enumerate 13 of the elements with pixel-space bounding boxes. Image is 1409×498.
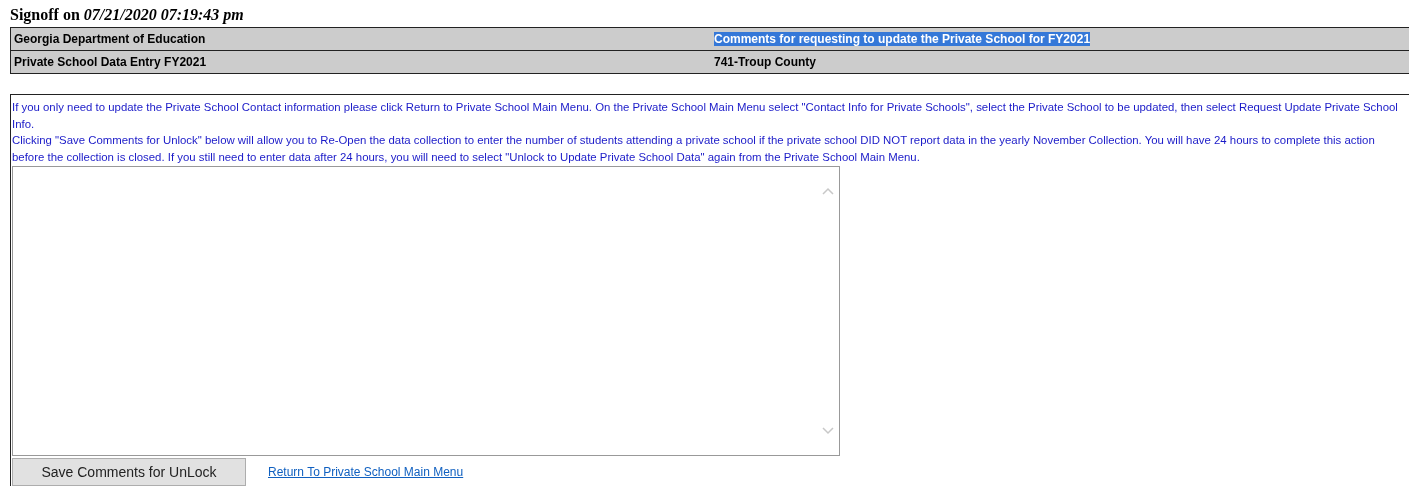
scroll-down-icon[interactable] [822,427,834,435]
return-link[interactable]: Return To Private School Main Menu [268,465,464,479]
scroll-up-icon[interactable] [822,187,834,195]
instruction-text: If you only need to update the Private School Contact information please click Return to Private School Main Menu. On the Private School Main Menu select "Contact Info for Private Schools", select the Private School to be updated, then select Request Update Private School Info. [12,100,1399,132]
heading-label: Signoff on [10,6,80,23]
signoff-timestamp: 07/21/2020 07:19:43 pm [83,6,244,23]
instruction-text: Clicking "Save Comments for Unlock" below will allow you to Re-Open the data collection to enter the number of students attending a private school if the private school DID NOT report data in the yearly November Collection. You will have 24 hours to complete this action before the collection is closed. If you still need to enter data after 24 hours, you will need to select "Unlock to Update Private School Data" again from the Private School Main Menu. [12,133,1376,165]
table-cell-text: Comments for requesting to update the Private School for FY2021 [713,32,1092,46]
table-cell-text: Private School Data Entry FY2021 [13,55,208,69]
table-cell-text: 741-Troup County [713,55,817,69]
table-cell-text: Georgia Department of Education [13,32,207,46]
save-button[interactable]: Save Comments for UnLock [12,458,246,486]
comment-field[interactable] [12,166,840,456]
